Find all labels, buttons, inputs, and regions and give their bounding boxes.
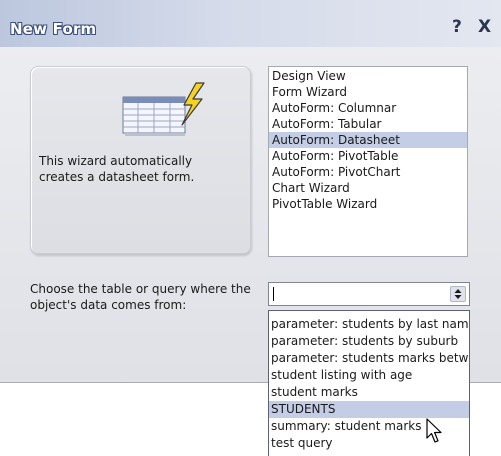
text-caret bbox=[273, 287, 274, 301]
form-type-item-autoform-pivottable[interactable]: AutoForm: PivotTable bbox=[269, 148, 467, 164]
form-type-item-autoform-tabular[interactable]: AutoForm: Tabular bbox=[269, 116, 467, 132]
form-type-item-autoform-datasheet[interactable]: AutoForm: Datasheet bbox=[269, 132, 467, 148]
form-type-item-form-wizard[interactable]: Form Wizard bbox=[269, 84, 467, 100]
dropdown-toggle-button[interactable] bbox=[450, 286, 466, 302]
dropdown-item-students-by-suburb[interactable]: parameter: students by suburb bbox=[269, 333, 469, 350]
form-type-item-autoform-pivotchart[interactable]: AutoForm: PivotChart bbox=[269, 164, 467, 180]
title-bar[interactable]: New Form ? X bbox=[0, 0, 501, 47]
close-button[interactable]: X bbox=[478, 17, 491, 37]
preview-description: This wizard automatically creates a data… bbox=[39, 154, 195, 184]
up-down-arrows-icon bbox=[454, 289, 462, 299]
dropdown-item-student-listing-with-age[interactable]: student listing with age bbox=[269, 367, 469, 384]
source-combobox[interactable] bbox=[268, 282, 470, 306]
dropdown-item-students[interactable]: STUDENTS bbox=[269, 401, 469, 418]
preview-panel: This wizard automatically creates a data… bbox=[30, 66, 251, 254]
new-form-dialog: New Form ? X This wizard automatically c… bbox=[0, 0, 501, 456]
dropdown-item-students-marks-between[interactable]: parameter: students marks between bbox=[269, 350, 469, 367]
form-type-item-design-view[interactable]: Design View bbox=[269, 68, 467, 84]
help-button[interactable]: ? bbox=[452, 17, 462, 37]
mouse-pointer-icon bbox=[426, 418, 442, 443]
form-type-list[interactable]: Design View Form Wizard AutoForm: Column… bbox=[268, 66, 468, 257]
form-type-item-autoform-columnar[interactable]: AutoForm: Columnar bbox=[269, 100, 467, 116]
form-type-item-chart-wizard[interactable]: Chart Wizard bbox=[269, 180, 467, 196]
dropdown-item-students-by-last-name[interactable]: parameter: students by last name bbox=[269, 316, 469, 333]
form-type-item-pivottable-wizard[interactable]: PivotTable Wizard bbox=[269, 196, 467, 212]
datasheet-wizard-icon bbox=[122, 82, 205, 136]
source-label: Choose the table or query where the obje… bbox=[30, 282, 251, 312]
dialog-title: New Form bbox=[10, 20, 97, 38]
dropdown-item-student-marks[interactable]: student marks bbox=[269, 384, 469, 401]
